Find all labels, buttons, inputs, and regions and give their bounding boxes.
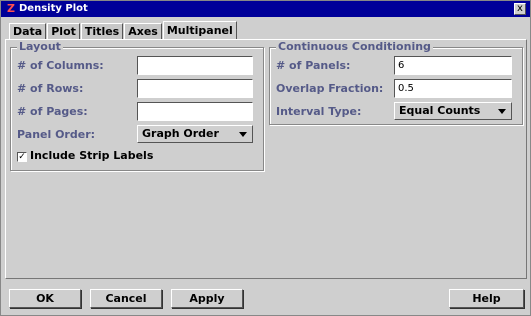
tab-data[interactable]: Data <box>9 23 47 40</box>
cancel-button[interactable]: Cancel <box>90 289 162 308</box>
tab-axes[interactable]: Axes <box>124 23 162 40</box>
layout-group: Layout # of Columns: # of Rows: # of Pag… <box>10 40 264 171</box>
interval-type-label: Interval Type: <box>276 105 362 118</box>
continuous-conditioning-group: Continuous Conditioning # of Panels: Ove… <box>269 40 523 125</box>
tab-plot[interactable]: Plot <box>47 23 80 40</box>
close-button[interactable]: x <box>514 3 526 15</box>
layout-group-title: Layout <box>17 40 63 54</box>
apply-button[interactable]: Apply <box>171 289 243 308</box>
rows-label: # of Rows: <box>17 82 84 95</box>
continuous-conditioning-title: Continuous Conditioning <box>276 40 433 54</box>
ok-button[interactable]: OK <box>9 289 81 308</box>
title-bar[interactable]: Z Density Plot x <box>1 1 530 17</box>
interval-type-select[interactable]: Equal Counts <box>394 102 512 120</box>
density-plot-dialog: Z Density Plot x Data Plot Titles Axes M… <box>0 0 531 316</box>
panels-input[interactable] <box>394 56 512 75</box>
help-button[interactable]: Help <box>449 289 524 308</box>
pages-input[interactable] <box>137 102 253 121</box>
panel-order-select[interactable]: Graph Order <box>137 125 253 143</box>
tab-multipanel[interactable]: Multipanel <box>162 21 237 40</box>
tab-strip: Data Plot Titles Axes Multipanel <box>9 21 238 40</box>
overlap-fraction-label: Overlap Fraction: <box>276 82 384 95</box>
chevron-down-icon <box>498 109 506 114</box>
interval-type-value: Equal Counts <box>399 104 481 117</box>
tab-titles[interactable]: Titles <box>80 23 124 40</box>
panel-order-value: Graph Order <box>142 127 219 140</box>
strip-labels-checkbox[interactable]: ✓ <box>17 152 27 162</box>
columns-input[interactable] <box>137 56 253 75</box>
strip-labels-label[interactable]: Include Strip Labels <box>30 149 153 163</box>
rows-input[interactable] <box>137 79 253 98</box>
panels-label: # of Panels: <box>276 59 351 72</box>
overlap-fraction-input[interactable] <box>394 79 512 98</box>
app-icon: Z <box>7 2 15 15</box>
columns-label: # of Columns: <box>17 59 104 72</box>
pages-label: # of Pages: <box>17 105 88 118</box>
multipanel-tab-panel: Layout # of Columns: # of Rows: # of Pag… <box>5 39 527 279</box>
window-title: Density Plot <box>19 3 88 14</box>
chevron-down-icon <box>239 132 247 137</box>
panel-order-label: Panel Order: <box>17 128 96 141</box>
